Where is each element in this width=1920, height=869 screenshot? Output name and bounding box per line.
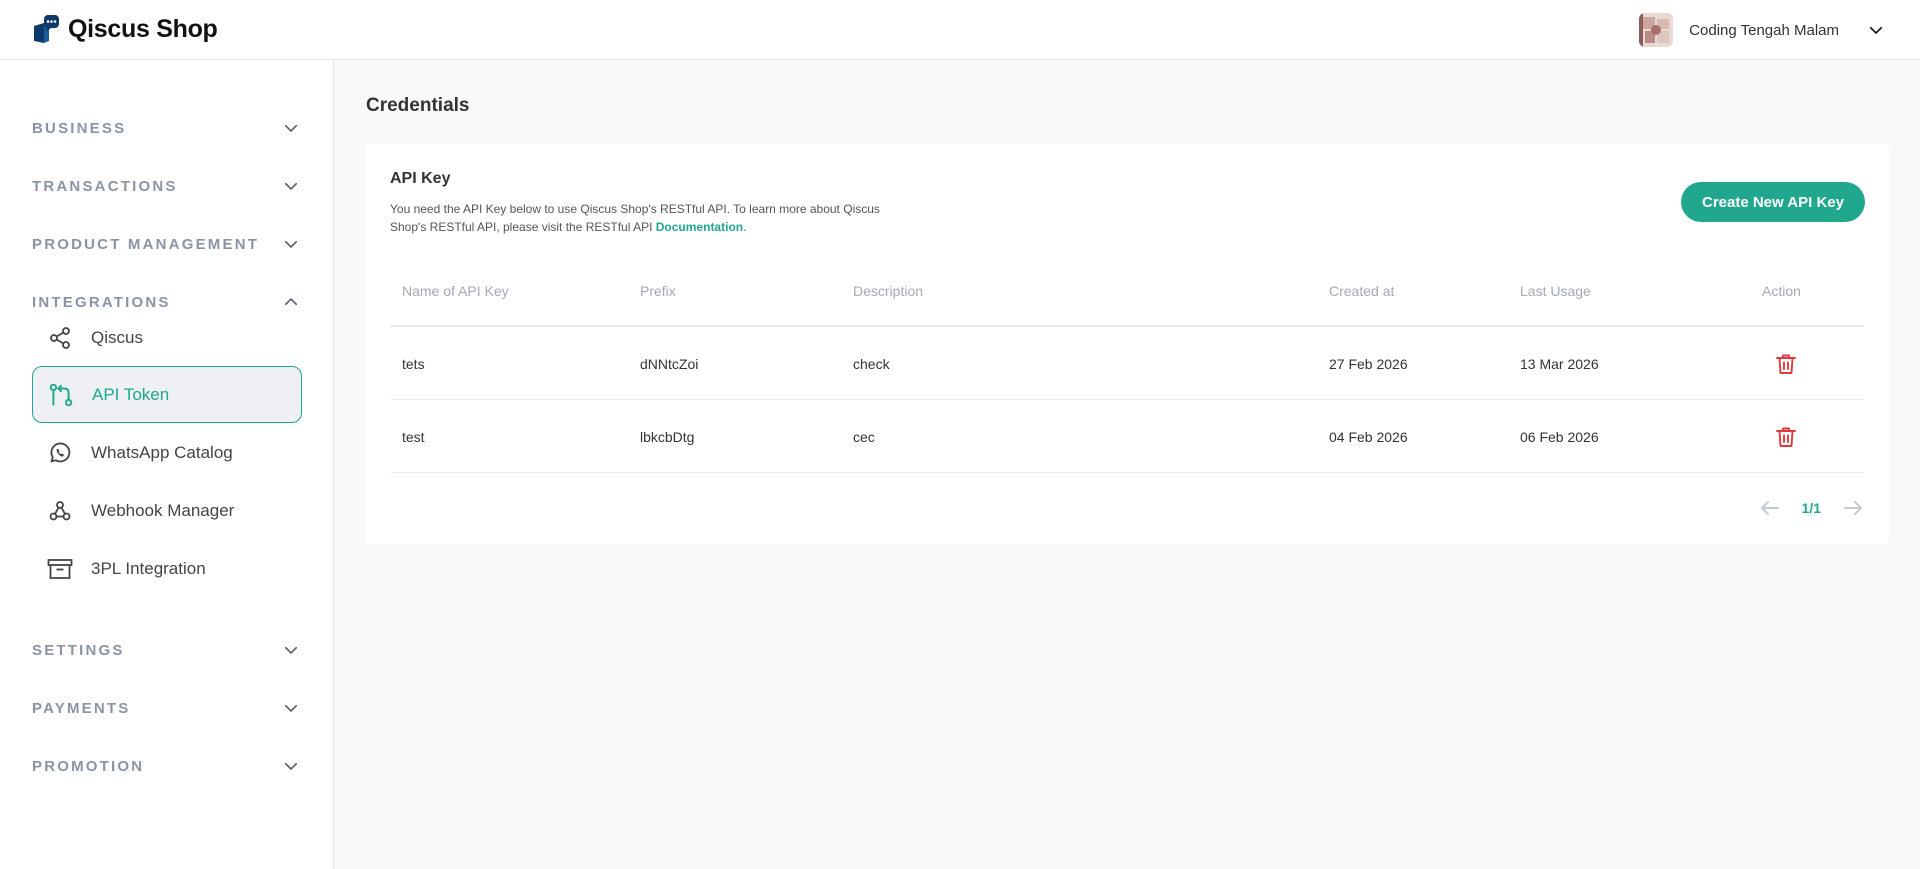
avatar bbox=[1639, 13, 1674, 47]
top-bar: Qiscus Shop Coding Tengah Malam bbox=[0, 0, 1920, 60]
archive-box-icon bbox=[47, 556, 73, 582]
card-description: You need the API Key below to use Qiscus… bbox=[390, 200, 890, 236]
chevron-down-icon bbox=[284, 182, 298, 190]
sidebar-item-api-token[interactable]: API Token bbox=[32, 366, 302, 423]
section-label: PRODUCT MANAGEMENT bbox=[32, 235, 260, 253]
sidebar-item-webhook-manager[interactable]: Webhook Manager bbox=[32, 482, 302, 539]
table-row: tets dNNtcZoi check 27 Feb 2026 13 Mar 2… bbox=[390, 327, 1864, 400]
cell-created-at: 27 Feb 2026 bbox=[1329, 356, 1408, 372]
sidebar-section-product-management[interactable]: PRODUCT MANAGEMENT bbox=[32, 224, 300, 264]
webhook-icon bbox=[47, 498, 73, 524]
cell-name: test bbox=[402, 429, 425, 445]
arrow-right-icon[interactable] bbox=[1841, 496, 1865, 520]
brand-name: Qiscus Shop bbox=[68, 14, 218, 43]
sidebar-item-label: Webhook Manager bbox=[91, 500, 235, 520]
documentation-link[interactable]: Documentation bbox=[656, 220, 743, 234]
column-header-action: Action bbox=[1762, 283, 1801, 299]
chevron-down-icon bbox=[284, 124, 298, 132]
page-indicator: 1/1 bbox=[1801, 500, 1821, 516]
description-text: You need the API Key below to use Qiscus… bbox=[390, 202, 880, 234]
cell-prefix: lbkcbDtg bbox=[640, 429, 695, 445]
trash-icon[interactable] bbox=[1774, 425, 1798, 449]
column-header-prefix: Prefix bbox=[640, 283, 676, 299]
sidebar-item-3pl-integration[interactable]: 3PL Integration bbox=[32, 540, 302, 597]
pagination: 1/1 bbox=[1758, 496, 1865, 520]
share-icon bbox=[47, 325, 73, 351]
table-row: test lbkcbDtg cec 04 Feb 2026 06 Feb 202… bbox=[390, 400, 1864, 473]
sidebar-section-settings[interactable]: SETTINGS bbox=[32, 630, 300, 670]
cell-description: cec bbox=[853, 429, 875, 445]
sidebar-section-transactions[interactable]: TRANSACTIONS bbox=[32, 166, 300, 206]
cell-name: tets bbox=[402, 356, 425, 372]
section-label: BUSINESS bbox=[32, 119, 127, 137]
sidebar-item-whatsapp-catalog[interactable]: WhatsApp Catalog bbox=[32, 424, 302, 481]
table-header: Name of API Key Prefix Description Creat… bbox=[390, 244, 1864, 327]
section-label: PROMOTION bbox=[32, 757, 145, 775]
sidebar-item-label: 3PL Integration bbox=[91, 558, 206, 578]
user-name: Coding Tengah Malam bbox=[1689, 21, 1839, 39]
user-menu[interactable]: Coding Tengah Malam bbox=[1639, 13, 1885, 47]
column-header-last-usage: Last Usage bbox=[1520, 283, 1591, 299]
description-suffix: . bbox=[743, 220, 747, 234]
sidebar-section-promotion[interactable]: PROMOTION bbox=[32, 746, 300, 786]
git-branch-icon bbox=[48, 382, 74, 408]
brand-logo[interactable]: Qiscus Shop bbox=[32, 14, 218, 44]
card-title: API Key bbox=[390, 170, 451, 187]
cell-last-usage: 13 Mar 2026 bbox=[1520, 356, 1599, 372]
chevron-down-icon bbox=[284, 704, 298, 712]
section-label: SETTINGS bbox=[32, 641, 125, 659]
arrow-left-icon[interactable] bbox=[1758, 496, 1782, 520]
cell-prefix: dNNtcZoi bbox=[640, 356, 699, 372]
column-header-description: Description bbox=[853, 283, 924, 299]
cell-created-at: 04 Feb 2026 bbox=[1329, 429, 1408, 445]
page-title: Credentials bbox=[366, 95, 470, 116]
column-header-name: Name of API Key bbox=[402, 283, 509, 299]
sidebar-section-business[interactable]: BUSINESS bbox=[32, 108, 300, 148]
section-label: PAYMENTS bbox=[32, 699, 131, 717]
sidebar-item-label: Qiscus bbox=[91, 327, 143, 347]
sidebar: BUSINESS TRANSACTIONS PRODUCT MANAGEMENT… bbox=[0, 60, 334, 869]
sidebar-section-payments[interactable]: PAYMENTS bbox=[32, 688, 300, 728]
sidebar-item-label: API Token bbox=[92, 384, 170, 404]
chevron-down-icon bbox=[284, 240, 298, 248]
cell-description: check bbox=[853, 356, 890, 372]
chevron-down-icon bbox=[284, 762, 298, 770]
chevron-down-icon bbox=[284, 646, 298, 654]
trash-icon[interactable] bbox=[1774, 352, 1798, 376]
section-label: TRANSACTIONS bbox=[32, 177, 178, 195]
sidebar-item-label: WhatsApp Catalog bbox=[91, 442, 233, 462]
whatsapp-icon bbox=[47, 440, 73, 466]
sidebar-item-qiscus[interactable]: Qiscus bbox=[32, 309, 302, 366]
logo-icon bbox=[34, 15, 59, 43]
section-label: INTEGRATIONS bbox=[32, 293, 171, 311]
create-api-key-button[interactable]: Create New API Key bbox=[1681, 182, 1865, 222]
cell-last-usage: 06 Feb 2026 bbox=[1520, 429, 1599, 445]
chevron-down-icon[interactable] bbox=[1867, 21, 1885, 39]
api-key-card: API Key You need the API Key below to us… bbox=[366, 144, 1889, 545]
column-header-created-at: Created at bbox=[1329, 283, 1395, 299]
